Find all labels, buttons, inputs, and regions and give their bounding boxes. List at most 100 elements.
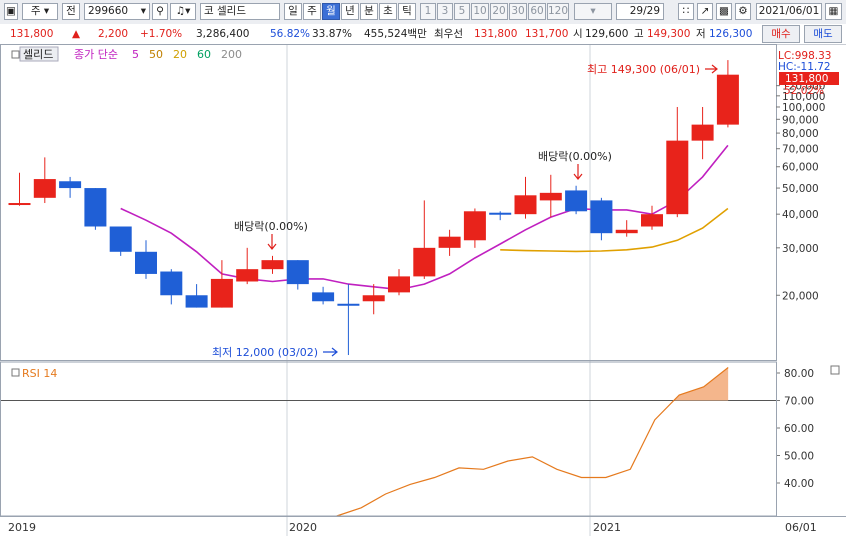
price-tick-label: 50,000 [782, 183, 819, 195]
best-ask: 131,800 [474, 28, 518, 40]
dividend-note-2: 배당락(0.00%) [538, 150, 612, 163]
interval-tab-60[interactable]: 60 [528, 3, 546, 20]
candle-body [337, 303, 360, 306]
candle-body [135, 251, 157, 274]
rsi-label: RSI 14 [22, 367, 57, 380]
candle-body [539, 192, 562, 201]
period-tab-1[interactable]: 주 [303, 3, 321, 20]
candle-body [514, 195, 537, 215]
dividend-note-1: 배당락(0.00%) [234, 220, 308, 233]
calendar-icon[interactable]: ▦ [825, 3, 842, 20]
rsi-menu-icon [11, 368, 20, 377]
interval-tab-3[interactable]: 3 [437, 3, 453, 20]
change-percent: +1.70% [140, 28, 183, 40]
market-select-value: 주 [30, 5, 41, 17]
price-tick-label: 70,000 [782, 144, 819, 156]
period-tab-6[interactable]: 틱 [398, 3, 416, 20]
period-tab-2[interactable]: 월 [322, 3, 340, 20]
save-icon[interactable]: ▩ [716, 3, 732, 20]
x-axis-label: 2021 [593, 521, 621, 534]
candle-body [463, 211, 486, 241]
price-tick-label: 80,000 [782, 128, 819, 140]
low-label: 저 [696, 28, 706, 40]
price-tick-label: 100,000 [782, 102, 825, 114]
candle-body [641, 214, 663, 227]
legend: 셀리드 종가 단순 5 50 20 60 200 [11, 46, 242, 62]
rsi-tick-label: 50.00 [784, 451, 814, 463]
sound-icon[interactable]: ♫▾ [170, 3, 196, 20]
legend-menu-icon [11, 50, 20, 59]
period-tab-4[interactable]: 분 [360, 3, 378, 20]
sell-button[interactable]: 매도 [804, 25, 842, 43]
best-bid: 131,700 [525, 28, 569, 40]
candle-body [210, 278, 233, 308]
market-select[interactable]: 주 ▾ [22, 3, 58, 20]
legend-ma-period: 200 [221, 48, 242, 61]
candle-body [362, 295, 385, 302]
rsi-line [336, 367, 729, 517]
chart-menu-icon[interactable]: ▣ [4, 3, 18, 20]
x-axis-label: 2019 [8, 521, 36, 534]
rsi-close-icon [830, 365, 840, 375]
candle-body [691, 124, 714, 141]
interval-tab-10[interactable]: 10 [471, 3, 489, 20]
open-price: 129,600 [585, 28, 629, 40]
date-field[interactable]: 2021/06/01 [756, 3, 822, 20]
dividend-arrow-icon-2 [573, 164, 583, 180]
buy-button[interactable]: 매수 [762, 25, 800, 43]
candle-body [109, 226, 132, 252]
legend-ma-label: 종가 단순 [74, 48, 118, 61]
candle-body [590, 200, 613, 234]
price-chart[interactable]: 40.00 50.00 60.00 70.00 80.00 RSI 14 20,000 30… [0, 44, 846, 538]
interval-tab-30[interactable]: 30 [509, 3, 527, 20]
candle-body [666, 140, 689, 215]
code-type-button[interactable]: 전 [62, 3, 80, 20]
hc-label: HC:-11.72 [778, 61, 831, 73]
up-arrow-icon: ▲ [72, 28, 81, 40]
trade-value: 455,524백만 [364, 28, 427, 40]
candle-body [59, 181, 82, 189]
best-ask-label: 최우선 [434, 28, 463, 40]
stock-name-field[interactable]: 코 셀리드 [200, 3, 280, 20]
price-pane-frame [0, 44, 777, 361]
period-tab-3[interactable]: 년 [341, 3, 359, 20]
interval-tab-5[interactable]: 5 [454, 3, 470, 20]
candle-body [565, 190, 588, 212]
current-price: 131,800 [10, 28, 54, 40]
legend-ma-period: 20 [173, 48, 187, 61]
settings-gear-icon[interactable]: ⚙ [735, 3, 751, 20]
interval-tab-20[interactable]: 20 [490, 3, 508, 20]
interval-custom-select[interactable]: ▾ [574, 3, 612, 20]
candle-body [388, 276, 410, 293]
legend-ma-period: 60 [197, 48, 211, 61]
candle-body [438, 236, 461, 248]
search-icon[interactable]: ⚲ [152, 3, 168, 20]
rsi-tick-label: 40.00 [784, 478, 814, 490]
interval-tab-120[interactable]: 120 [547, 3, 569, 20]
period-tab-5[interactable]: 초 [379, 3, 397, 20]
period-tab-0[interactable]: 일 [284, 3, 302, 20]
last-pct-label: 52.02% [784, 85, 824, 97]
candle-body [185, 295, 208, 308]
ratio-2: 33.87% [312, 28, 353, 40]
candle-body [716, 74, 739, 125]
grid-icon[interactable]: ∷ [678, 3, 694, 20]
candles [8, 60, 739, 356]
page-counter: 29/29 [616, 3, 664, 20]
low-arrow-icon [323, 347, 338, 357]
rsi-tick-label: 60.00 [784, 423, 814, 435]
legend-ma-period: 50 [149, 48, 163, 61]
price-tick-label: 40,000 [782, 209, 819, 221]
interval-tab-1[interactable]: 1 [420, 3, 436, 20]
grid [286, 44, 591, 536]
legend-ma-period: 5 [132, 48, 139, 61]
dividend-arrow-icon-1 [267, 234, 277, 250]
candle-body [286, 260, 309, 285]
candle-body [312, 292, 335, 302]
price-tick-label: 60,000 [782, 162, 819, 174]
price-tick-label: 30,000 [782, 243, 819, 255]
trend-tool-icon[interactable]: ↗ [697, 3, 713, 20]
stock-code-value: 299660 [88, 5, 129, 17]
stock-code-input[interactable]: 299660 ▾ [84, 3, 150, 20]
rsi-tick-label: 80.00 [784, 368, 814, 380]
